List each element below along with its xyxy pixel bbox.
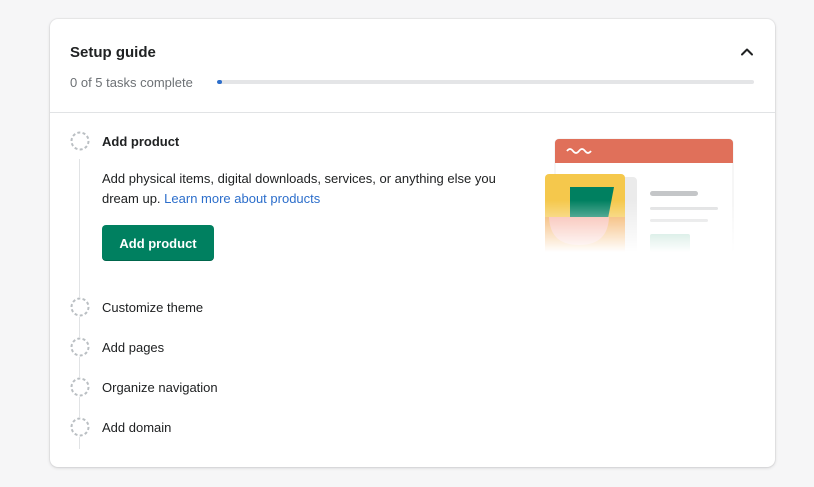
chevron-up-icon bbox=[741, 48, 753, 56]
setup-guide-title: Setup guide bbox=[70, 44, 156, 61]
task-add-product-label[interactable]: Add product bbox=[102, 134, 179, 149]
task-add-pages-label[interactable]: Add pages bbox=[102, 340, 164, 355]
task-status-circle-icon[interactable] bbox=[70, 417, 90, 437]
progress-bar-fill bbox=[217, 80, 222, 84]
task-status-circle-icon[interactable] bbox=[70, 337, 90, 357]
learn-more-products-link[interactable]: Learn more about products bbox=[164, 191, 320, 206]
add-product-button[interactable]: Add product bbox=[102, 225, 214, 261]
progress-text: 0 of 5 tasks complete bbox=[70, 75, 193, 90]
product-illustration-image bbox=[540, 137, 740, 260]
task-customize-theme-label[interactable]: Customize theme bbox=[102, 300, 203, 315]
task-status-circle-icon[interactable] bbox=[70, 297, 90, 317]
task-add-product-description: Add physical items, digital downloads, s… bbox=[102, 169, 512, 209]
task-add-domain-label[interactable]: Add domain bbox=[102, 420, 171, 435]
progress-bar bbox=[217, 80, 754, 84]
task-status-circle-icon[interactable] bbox=[70, 377, 90, 397]
collapse-button[interactable] bbox=[736, 41, 758, 63]
setup-guide-card: Setup guide 0 of 5 tasks complete Add pr… bbox=[50, 19, 775, 467]
task-organize-navigation-label[interactable]: Organize navigation bbox=[102, 380, 218, 395]
add-product-illustration bbox=[540, 137, 740, 260]
task-status-circle-icon[interactable] bbox=[70, 131, 90, 151]
setup-guide-header: Setup guide 0 of 5 tasks complete bbox=[50, 19, 775, 113]
